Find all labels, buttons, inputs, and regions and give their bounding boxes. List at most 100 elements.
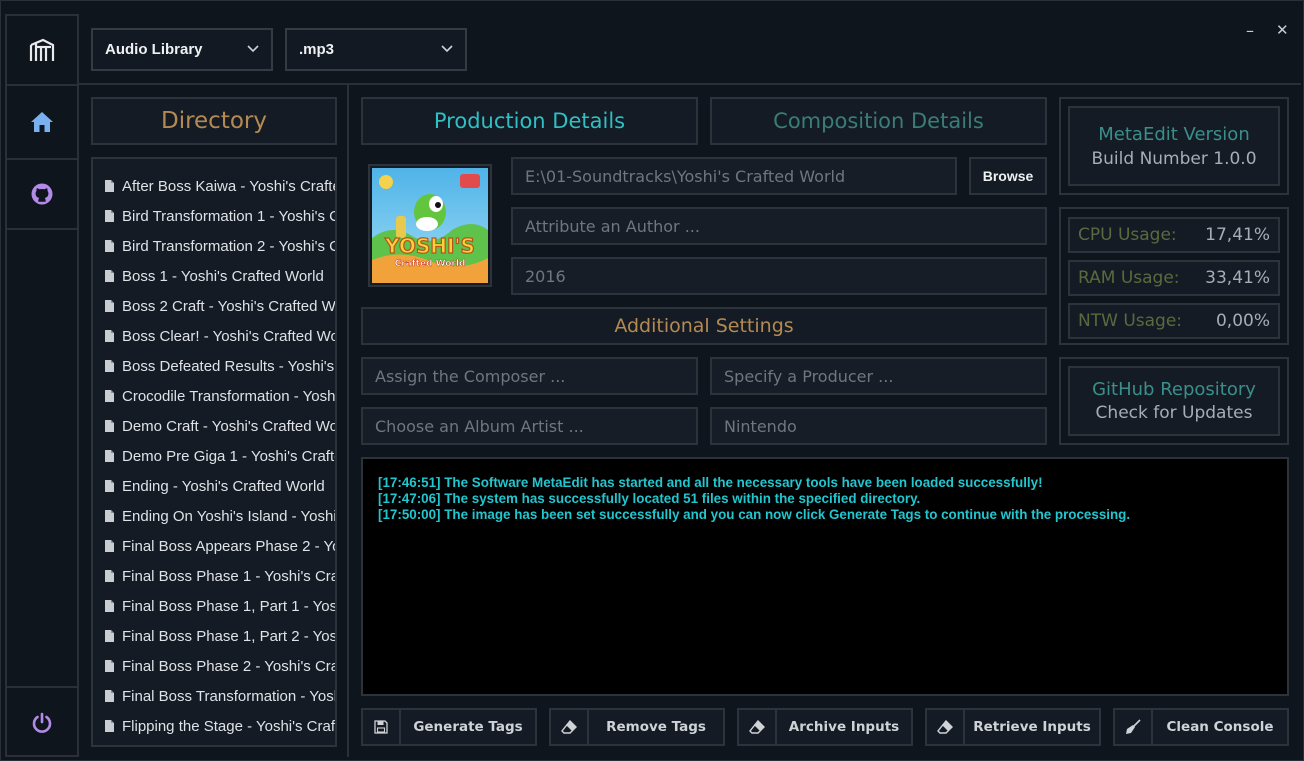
file-list-item[interactable]: Boss Defeated Results - Yoshi's Crafted … bbox=[93, 351, 335, 381]
author-field[interactable]: Attribute an Author ... bbox=[511, 207, 1047, 245]
file-name: Flipping the Stage - Yoshi's Crafted Wor… bbox=[122, 717, 335, 735]
remove-tags-button[interactable]: Remove Tags bbox=[549, 708, 725, 746]
version-panel: MetaEdit Version Build Number 1.0.0 bbox=[1059, 97, 1289, 195]
additional-settings-title: Additional Settings bbox=[361, 307, 1047, 345]
file-name: Demo Pre Giga 1 - Yoshi's Crafted World bbox=[122, 447, 335, 465]
file-icon bbox=[105, 240, 114, 252]
format-select[interactable]: .mp3 bbox=[285, 28, 467, 71]
home-icon[interactable] bbox=[7, 86, 77, 158]
file-icon bbox=[105, 600, 114, 612]
file-list-item[interactable]: Ending - Yoshi's Crafted World bbox=[93, 471, 335, 501]
producer-field[interactable]: Specify a Producer ... bbox=[710, 357, 1047, 395]
file-list-item[interactable]: Boss 1 - Yoshi's Crafted World bbox=[93, 261, 335, 291]
file-list-item[interactable]: Final Boss Phase 2 - Yoshi's Crafted Wor… bbox=[93, 651, 335, 681]
file-name: Ending - Yoshi's Crafted World bbox=[122, 477, 325, 495]
file-name: Final Boss Transformation - Yoshi's Craf… bbox=[122, 687, 335, 705]
format-select-value: .mp3 bbox=[299, 41, 335, 58]
app-logo-icon bbox=[7, 16, 77, 84]
file-list-item[interactable]: Bird Transformation 2 - Yoshi's Crafted … bbox=[93, 231, 335, 261]
producer-placeholder: Specify a Producer ... bbox=[724, 366, 894, 386]
console-line: [17:46:51] The Software MetaEdit has sta… bbox=[378, 475, 1043, 490]
file-list-item[interactable]: Demo Craft - Yoshi's Crafted World bbox=[93, 411, 335, 441]
file-name: Demo Craft - Yoshi's Crafted World bbox=[122, 417, 335, 435]
file-list-item[interactable]: After Boss Kaiwa - Yoshi's Crafted World bbox=[93, 171, 335, 201]
publisher-value: Nintendo bbox=[724, 416, 797, 436]
cpu-usage-label: CPU Usage: bbox=[1078, 225, 1177, 245]
eraser-icon bbox=[739, 710, 777, 744]
ntw-usage-value: 0,00% bbox=[1215, 311, 1270, 331]
year-field[interactable]: 2016 bbox=[511, 257, 1047, 295]
app-window: – ✕ Audio Library .mp3 Directory After B… bbox=[0, 0, 1304, 761]
file-name: Boss 1 - Yoshi's Crafted World bbox=[122, 267, 324, 285]
eraser-icon bbox=[551, 710, 589, 744]
file-icon bbox=[105, 450, 114, 462]
chevron-down-icon bbox=[441, 45, 453, 53]
console-output[interactable]: [17:46:51] The Software MetaEdit has sta… bbox=[361, 457, 1289, 696]
file-name: Final Boss Phase 1 - Yoshi's Crafted Wor… bbox=[122, 567, 335, 585]
ram-usage: RAM Usage: 33,41% bbox=[1068, 260, 1280, 296]
file-list[interactable]: After Boss Kaiwa - Yoshi's Crafted World… bbox=[91, 157, 337, 747]
tab-composition-details[interactable]: Composition Details bbox=[710, 97, 1047, 145]
file-icon bbox=[105, 270, 114, 282]
archive-inputs-button[interactable]: Archive Inputs bbox=[737, 708, 913, 746]
cover-art[interactable]: YOSHI'S Crafted World bbox=[368, 164, 492, 287]
album-artist-placeholder: Choose an Album Artist ... bbox=[375, 416, 584, 436]
cpu-usage-value: 17,41% bbox=[1205, 225, 1270, 245]
panel-divider bbox=[347, 85, 349, 757]
file-name: Final Boss Phase 1, Part 1 - Yoshi's Cra… bbox=[122, 597, 335, 615]
file-list-item[interactable]: Final Boss Transformation - Yoshi's Craf… bbox=[93, 681, 335, 711]
file-list-item[interactable]: Flipping the Stage - Yoshi's Crafted Wor… bbox=[93, 711, 335, 741]
file-icon bbox=[105, 570, 114, 582]
console-line: [17:50:00] The image has been set succes… bbox=[378, 507, 1131, 522]
library-select[interactable]: Audio Library bbox=[91, 28, 273, 71]
close-button[interactable]: ✕ bbox=[1276, 21, 1289, 39]
file-icon bbox=[105, 180, 114, 192]
save-icon bbox=[363, 710, 401, 744]
file-name: After Boss Kaiwa - Yoshi's Crafted World bbox=[122, 177, 335, 195]
file-list-item[interactable]: Ending On Yoshi's Island - Yoshi's Craft… bbox=[93, 501, 335, 531]
ntw-usage-label: NTW Usage: bbox=[1078, 311, 1183, 331]
file-name: Final Boss Appears Phase 2 - Yoshi's Cra… bbox=[122, 537, 335, 555]
composer-placeholder: Assign the Composer ... bbox=[375, 366, 566, 386]
ram-usage-value: 33,41% bbox=[1205, 268, 1270, 288]
generate-tags-button[interactable]: Generate Tags bbox=[361, 708, 537, 746]
version-card: MetaEdit Version Build Number 1.0.0 bbox=[1068, 106, 1280, 186]
clean-console-button[interactable]: Clean Console bbox=[1113, 708, 1289, 746]
file-name: Boss Defeated Results - Yoshi's Crafted … bbox=[122, 357, 335, 375]
power-icon[interactable] bbox=[7, 688, 77, 757]
file-list-item[interactable]: Bird Transformation 1 - Yoshi's Crafted … bbox=[93, 201, 335, 231]
github-panel: GitHub Repository Check for Updates bbox=[1059, 357, 1289, 445]
file-list-item[interactable]: Demo Pre Giga 1 - Yoshi's Crafted World bbox=[93, 441, 335, 471]
file-list-item[interactable]: Final Boss Phase 1, Part 2 - Yoshi's Cra… bbox=[93, 621, 335, 651]
file-list-item[interactable]: Boss Clear! - Yoshi's Crafted World bbox=[93, 321, 335, 351]
publisher-field[interactable]: Nintendo bbox=[710, 407, 1047, 445]
build-number: Build Number 1.0.0 bbox=[1091, 148, 1257, 169]
minimize-button[interactable]: – bbox=[1246, 21, 1254, 40]
file-name: Final Boss Phase 2 - Yoshi's Crafted Wor… bbox=[122, 657, 335, 675]
directory-path-field[interactable]: E:\01-Soundtracks\Yoshi's Crafted World bbox=[511, 157, 957, 195]
ram-usage-label: RAM Usage: bbox=[1078, 268, 1180, 288]
file-icon bbox=[105, 420, 114, 432]
retrieve-inputs-button[interactable]: Retrieve Inputs bbox=[925, 708, 1101, 746]
file-icon bbox=[105, 690, 114, 702]
file-list-item[interactable]: Final Boss Phase 1, Part 1 - Yoshi's Cra… bbox=[93, 591, 335, 621]
github-repository-button[interactable]: GitHub Repository Check for Updates bbox=[1068, 366, 1280, 436]
cpu-usage: CPU Usage: 17,41% bbox=[1068, 217, 1280, 253]
file-list-item[interactable]: Final Boss Appears Phase 2 - Yoshi's Cra… bbox=[93, 531, 335, 561]
file-list-item[interactable]: Final Boss Phase 1 - Yoshi's Crafted Wor… bbox=[93, 561, 335, 591]
file-name: Bird Transformation 1 - Yoshi's Crafted … bbox=[122, 207, 335, 225]
tab-production-details[interactable]: Production Details bbox=[361, 97, 698, 145]
browse-button[interactable]: Browse bbox=[969, 157, 1047, 195]
author-placeholder: Attribute an Author ... bbox=[525, 216, 700, 236]
svg-text:YOSHI'S: YOSHI'S bbox=[384, 234, 475, 258]
file-icon bbox=[105, 480, 114, 492]
album-artist-field[interactable]: Choose an Album Artist ... bbox=[361, 407, 698, 445]
composer-field[interactable]: Assign the Composer ... bbox=[361, 357, 698, 395]
github-icon[interactable] bbox=[7, 160, 77, 228]
retrieve-inputs-label: Retrieve Inputs bbox=[973, 719, 1091, 735]
file-list-item[interactable]: Boss 2 Craft - Yoshi's Crafted World bbox=[93, 291, 335, 321]
ntw-usage: NTW Usage: 0,00% bbox=[1068, 303, 1280, 339]
file-icon bbox=[105, 330, 114, 342]
header-divider bbox=[79, 83, 1301, 85]
file-list-item[interactable]: Crocodile Transformation - Yoshi's Craft… bbox=[93, 381, 335, 411]
